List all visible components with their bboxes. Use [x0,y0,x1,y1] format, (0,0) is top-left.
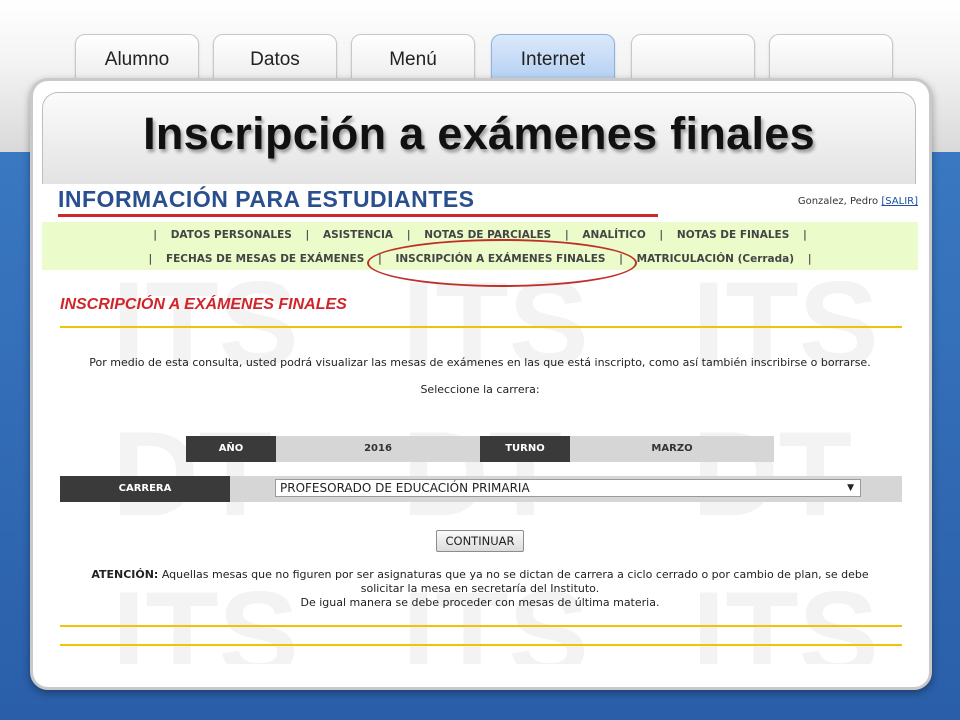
career-select-value: PROFESORADO DE EDUCACIÓN PRIMARIA [280,481,530,495]
menu-separator: | [807,253,812,265]
attention-label: ATENCIÓN: [91,568,159,581]
nav-analitico[interactable]: ANALÍTICO [582,229,645,241]
nav-notas-finales[interactable]: NOTAS DE FINALES [677,229,789,241]
attention-line-1: Aquellas mesas que no figuren por ser as… [158,568,869,581]
user-name: Gonzalez, Pedro [797,196,879,207]
user-info: Gonzalez, Pedro [SALIR] [798,196,918,207]
menu-separator: | [406,229,411,241]
screenshot-content: ITS ITS ITS DT DT DT ITS ITS ITS INFORMA… [42,184,918,664]
menu-separator: | [564,229,569,241]
menu-separator: | [148,253,153,265]
career-label: CARRERA [60,476,230,502]
slide-title: Inscripción a exámenes finales [143,108,815,159]
watermark-text: DT [692,407,852,541]
section-title: INSCRIPCIÓN A EXÁMENES FINALES [60,296,347,313]
highlight-circle [367,239,637,287]
attention-note: ATENCIÓN: Aquellas mesas que no figuren … [42,568,918,610]
yellow-rule [60,326,902,328]
menu-separator: | [305,229,310,241]
continue-button[interactable]: CONTINUAR [436,530,524,552]
yellow-rule [60,644,902,646]
nav-fechas-mesas[interactable]: FECHAS DE MESAS DE EXÁMENES [166,253,364,265]
watermark-text: DT [402,407,562,541]
career-select[interactable]: PROFESORADO DE EDUCACIÓN PRIMARIA ▼ [275,479,861,497]
site-header-title: INFORMACIÓN PARA ESTUDIANTES [58,186,475,212]
career-row: CARRERA PROFESORADO DE EDUCACIÓN PRIMARI… [60,476,902,502]
attention-line-3: De igual manera se debe proceder con mes… [300,596,660,609]
nav-matriculacion[interactable]: MATRICULACIÓN (Cerrada) [637,253,794,265]
year-label: AÑO [186,436,276,462]
menu-separator: | [153,229,158,241]
menu-separator: | [659,229,664,241]
turn-label: TURNO [480,436,570,462]
year-value: 2016 [276,436,480,462]
dropdown-arrow-icon: ▼ [847,483,854,493]
watermark-text: DT [112,407,272,541]
nav-asistencia[interactable]: ASISTENCIA [323,229,393,241]
menu-separator: | [802,229,807,241]
select-prompt: Seleccione la carrera: [420,383,540,396]
turn-value: MARZO [570,436,774,462]
logout-link[interactable]: [SALIR] [881,196,918,207]
header-underline [58,214,658,217]
description-text: Por medio de esta consulta, usted podrá … [89,356,871,369]
attention-line-2: solicitar la mesa en secretaría del Inst… [360,582,600,595]
nav-datos-personales[interactable]: DATOS PERSONALES [171,229,292,241]
yellow-rule [60,625,902,627]
